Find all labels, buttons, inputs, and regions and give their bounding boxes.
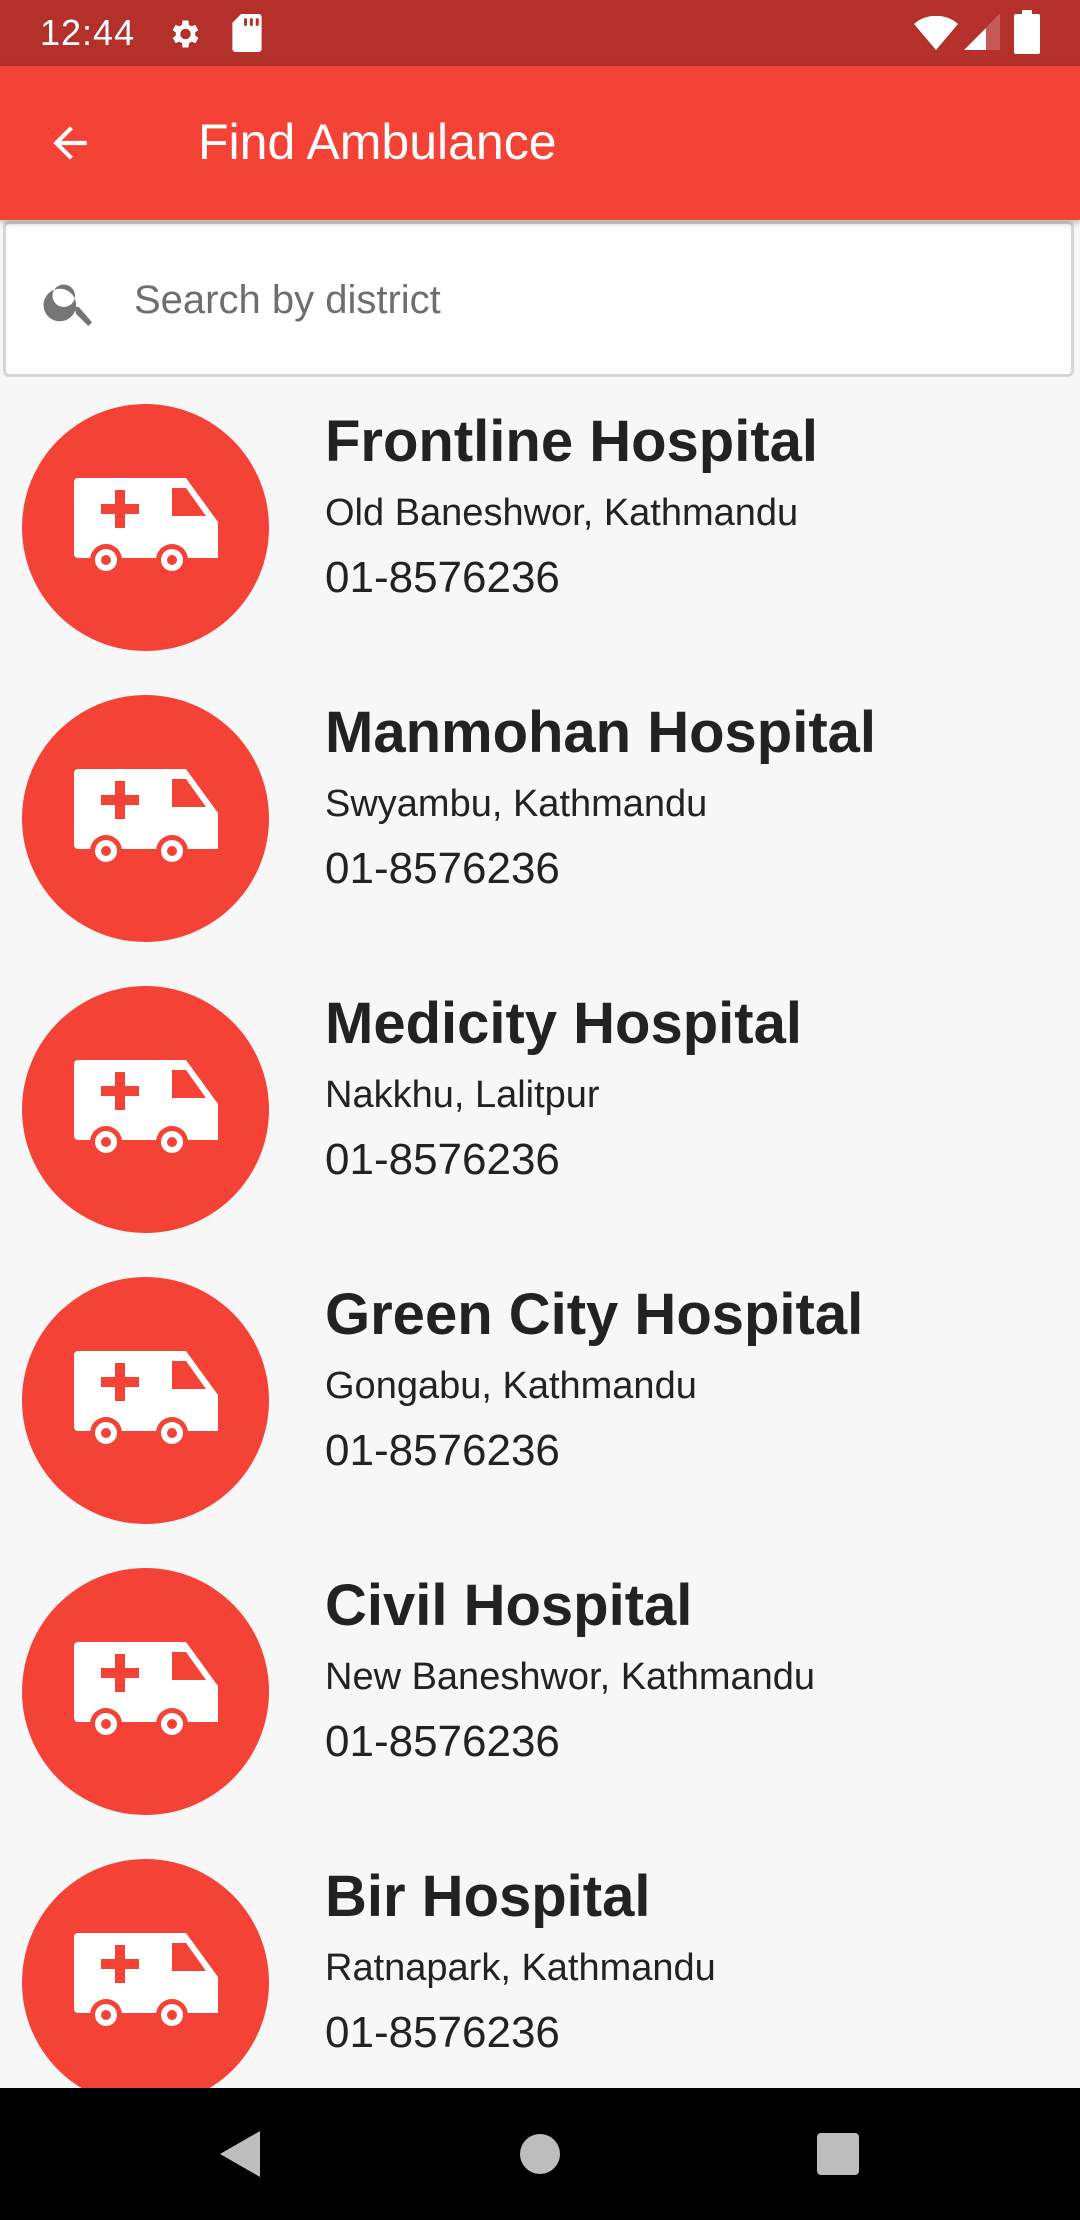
hospital-phone: 01-8576236 <box>325 1426 560 1475</box>
avatar <box>22 1859 269 2088</box>
search-icon <box>43 284 92 326</box>
hospital-name: Civil Hospital <box>325 1573 693 1638</box>
avatar <box>22 404 269 651</box>
recents-square-icon <box>817 2133 859 2175</box>
list-item[interactable]: Civil Hospital New Baneshwor, Kathmandu … <box>0 1544 1080 1835</box>
hospital-phone: 01-8576236 <box>325 553 560 602</box>
list-item[interactable]: Green City Hospital Gongabu, Kathmandu 0… <box>0 1253 1080 1544</box>
status-bar: 12:44 <box>0 0 1080 66</box>
nav-back-button[interactable] <box>200 2114 280 2194</box>
page-title: Find Ambulance <box>198 114 557 170</box>
hospital-phone: 01-8576236 <box>325 1135 560 1184</box>
nav-recents-button[interactable] <box>798 2114 878 2194</box>
status-time: 12:44 <box>40 12 136 53</box>
list-item[interactable]: Manmohan Hospital Swyambu, Kathmandu 01-… <box>0 671 1080 962</box>
hospital-address: Swyambu, Kathmandu <box>325 783 708 825</box>
hospital-name: Medicity Hospital <box>325 991 802 1056</box>
screen: 12:44 Find Ambulance Search by district … <box>0 0 1080 2220</box>
hospital-name: Manmohan Hospital <box>325 700 877 765</box>
list-item[interactable]: Bir Hospital Ratnapark, Kathmandu 01-857… <box>0 1835 1080 2088</box>
wifi-icon <box>914 16 958 50</box>
ambulance-icon <box>73 1932 218 2031</box>
search-input[interactable] <box>134 264 1034 336</box>
battery-icon <box>1014 10 1040 54</box>
gear-icon <box>172 20 199 48</box>
signal-icon <box>964 14 1000 50</box>
avatar <box>22 1568 269 1815</box>
hospital-address: Old Baneshwor, Kathmandu <box>325 492 799 534</box>
ambulance-icon <box>73 477 218 576</box>
home-circle-icon <box>520 2134 560 2174</box>
list-item[interactable]: Frontline Hospital Old Baneshwor, Kathma… <box>0 380 1080 671</box>
hospital-phone: 01-8576236 <box>325 844 560 893</box>
hospital-name: Frontline Hospital <box>325 409 818 474</box>
hospital-address: New Baneshwor, Kathmandu <box>325 1656 816 1698</box>
back-button[interactable] <box>30 103 110 183</box>
hospital-address: Nakkhu, Lalitpur <box>325 1074 600 1116</box>
avatar <box>22 986 269 1233</box>
arrow-back-icon <box>53 126 87 160</box>
hospital-list: Frontline Hospital Old Baneshwor, Kathma… <box>0 380 1080 2088</box>
ambulance-icon <box>73 1641 218 1740</box>
back-triangle-icon <box>220 2131 260 2177</box>
system-nav-bar <box>0 2088 1080 2220</box>
hospital-name: Green City Hospital <box>325 1282 864 1347</box>
hospital-phone: 01-8576236 <box>325 1717 560 1766</box>
avatar <box>22 1277 269 1524</box>
ambulance-icon <box>73 1059 218 1158</box>
app-bar: Find Ambulance <box>0 66 1080 220</box>
list-item[interactable]: Medicity Hospital Nakkhu, Lalitpur 01-85… <box>0 962 1080 1253</box>
ambulance-icon <box>73 768 218 867</box>
nav-home-button[interactable] <box>500 2114 580 2194</box>
hospital-name: Bir Hospital <box>325 1864 651 1929</box>
hospital-address: Gongabu, Kathmandu <box>325 1365 697 1407</box>
hospital-address: Ratnapark, Kathmandu <box>325 1947 716 1989</box>
avatar <box>22 695 269 942</box>
sd-card-icon <box>232 14 262 52</box>
search-bar[interactable] <box>3 221 1074 377</box>
ambulance-icon <box>73 1350 218 1449</box>
hospital-phone: 01-8576236 <box>325 2008 560 2057</box>
